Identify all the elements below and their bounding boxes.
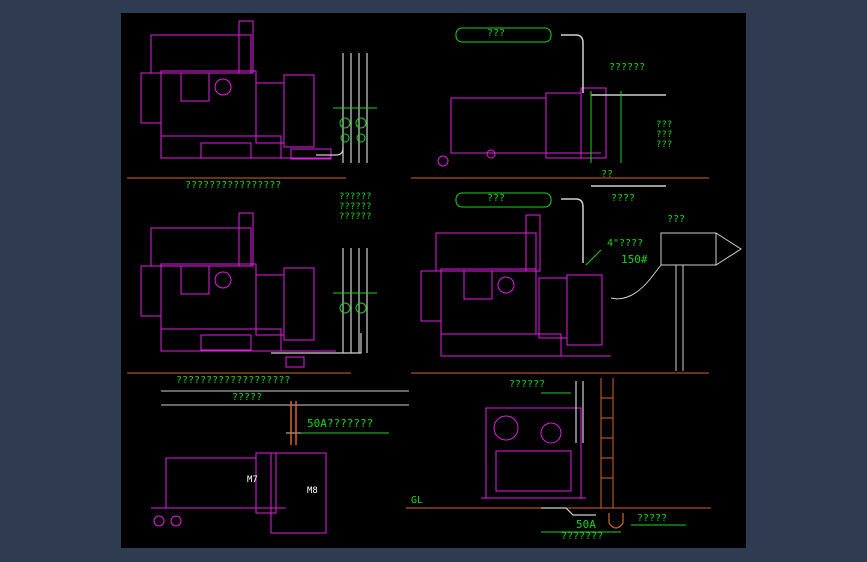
chiller-side-bottom-left: [151, 452, 327, 534]
label-unit3-pipe-b: ????: [611, 193, 636, 204]
label-unit2-title: ???????????????????: [176, 375, 291, 386]
chiller-front-bottom-right: [481, 407, 586, 499]
piping-middle-left: [271, 248, 368, 354]
label-pipe-size: 4"????: [607, 238, 644, 249]
label-valve-group: ??????: [609, 62, 646, 73]
label-exhaust: ???: [667, 214, 686, 225]
label-drain-50a-left: 50A???????: [307, 417, 374, 430]
valves-top-left: [333, 107, 377, 143]
label-m7: M7: [247, 475, 258, 485]
cad-drawing-canvas: [127, 20, 742, 534]
chiller-unit-top-right: [437, 87, 607, 167]
label-unit3-pipe-a: ??: [601, 169, 614, 180]
label-drain-50a-right: 50A: [576, 518, 596, 531]
label-gl: GL: [411, 495, 424, 506]
chiller-unit-top-left: [140, 20, 332, 160]
drain-pipe-bottom-left: [290, 401, 297, 445]
label-insulation-middle: ???: [487, 193, 506, 204]
drain-pipe-bottom-right: [541, 381, 596, 516]
ladder: [600, 378, 614, 508]
drawing-sheet: ???????????????? ??????????????????? ???…: [121, 13, 746, 548]
label-bottom-right-title: ??????: [509, 379, 546, 390]
label-m8: M8: [307, 486, 318, 496]
label-unit1-title: ????????????????: [185, 180, 282, 191]
label-unit2-side-note: ?????? ?????? ??????: [339, 192, 372, 222]
label-insulation-top: ???: [487, 28, 506, 39]
label-trap: ?????: [637, 513, 668, 524]
chiller-unit-middle-left: [140, 212, 336, 368]
valves-middle-left: [333, 292, 377, 314]
pipe-insulation-top-right: [455, 27, 622, 208]
label-drain-note: ???????: [561, 531, 604, 542]
label-bottom-left-title: ?????: [232, 392, 263, 403]
label-pipe-diameter: 150#: [621, 253, 648, 266]
siphon-trap: [608, 513, 624, 529]
label-unit3-side-note: ??? ??? ???: [656, 120, 673, 150]
